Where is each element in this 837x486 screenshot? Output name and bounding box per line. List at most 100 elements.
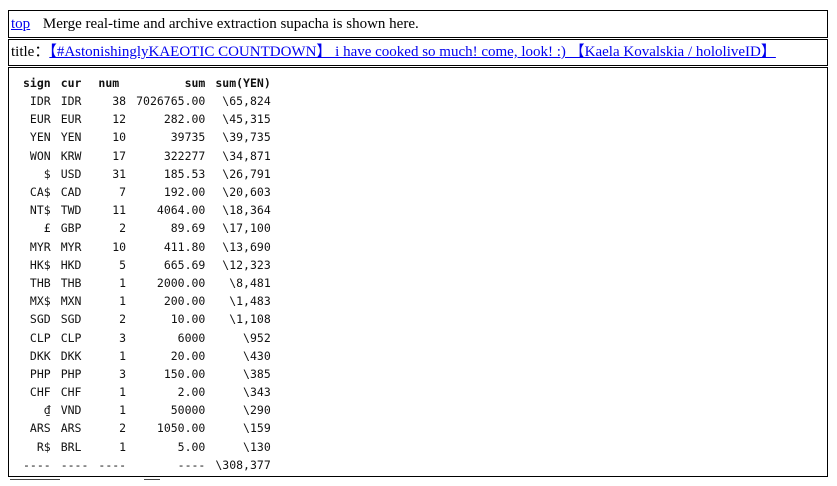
cell-cur: MXN [60,294,82,309]
cell-num: 1 [119,439,127,454]
cell-sum: 411.80 [163,239,206,254]
cell-sign: $ [43,166,51,181]
superchat-summary-table: sign cur num sum sum(YEN) IDR IDR 38 702676… [18,74,276,474]
table-row: £ GBP 2 89.69 \17,100 [18,219,276,237]
cell-sum: 39735 [170,130,206,145]
cell-sum: 150.00 [163,366,206,381]
cell-cur: IDR [60,94,82,109]
cell-sum-yen: \290 [243,403,271,418]
cell-sum-yen: \65,824 [222,94,271,109]
total-yen: \308,377 [215,457,271,472]
cell-sum-yen: \430 [243,348,271,363]
cell-sign: CA$ [29,185,51,200]
cell-sum-yen: \12,323 [222,257,271,272]
cell-sum: 1050.00 [156,421,206,436]
cell-num: 3 [119,330,127,345]
cell-sum: 5.00 [177,439,206,454]
cell-num: 11 [112,203,127,218]
cell-num: 2 [119,421,127,436]
cell-sum: 282.00 [163,112,206,127]
cell-sum: 4064.00 [156,203,206,218]
title-bar: title：【#AstonishinglyKAEOTIC COUNTDOWN】 … [8,39,828,66]
cell-cur: VND [60,403,82,418]
header-num: num [98,76,120,90]
header-cur: cur [60,76,82,90]
cell-sum-yen: \34,871 [222,148,271,163]
cell-num: 1 [119,385,127,400]
superchat-summary-panel: sign cur num sum sum(YEN) IDR IDR 38 702676… [8,67,828,477]
cell-sign: HK$ [29,257,51,272]
cell-sum: 6000 [177,330,206,345]
cell-sum: 50000 [170,403,206,418]
table-row: $ USD 31 185.53 \26,791 [18,165,276,183]
cell-sum-yen: \13,690 [222,239,271,254]
table-total-row: ---- ---- ---- ---- \308,377 [18,456,276,474]
cell-num: 3 [119,366,127,381]
cell-cur: ARS [60,421,82,436]
table-row: ₫ VND 1 50000 \290 [18,401,276,419]
cell-sum-yen: \385 [243,366,271,381]
header-sum-yen: sum(YEN) [215,76,271,90]
cell-cur: PHP [60,366,82,381]
table-row: WON KRW 17 322277 \34,871 [18,147,276,165]
cell-cur: CLP [60,330,82,345]
footer-cur: ---- [60,457,89,472]
cell-sum-yen: \18,364 [222,203,271,218]
cell-sign: IDR [29,94,51,109]
table-row: CLP CLP 3 6000 \952 [18,328,276,346]
cell-sum: 665.69 [163,257,206,272]
cell-sign: NT$ [29,203,51,218]
table-header-row: sign cur num sum sum(YEN) [18,74,276,92]
table-row: YEN YEN 10 39735 \39,735 [18,128,276,146]
cell-num: 1 [119,403,127,418]
cell-sum: 10.00 [170,312,206,327]
cell-sum: 185.53 [163,166,206,181]
cell-cur: YEN [60,130,82,145]
cell-num: 5 [119,257,127,272]
cell-sum-yen: \26,791 [222,166,271,181]
cell-sum: 2.00 [177,385,206,400]
cell-num: 7 [119,185,127,200]
cell-sign: R$ [36,439,51,454]
cell-sum-yen: \1,483 [229,294,271,309]
top-link[interactable]: top [11,16,30,32]
table-row: CA$ CAD 7 192.00 \20,603 [18,183,276,201]
cell-cur: SGD [60,312,82,327]
cell-sum-yen: \159 [243,421,271,436]
header-sum: sum [184,76,206,90]
cell-cur: MYR [60,239,82,254]
header-sign: sign [23,76,51,90]
cell-cur: THB [60,275,82,290]
video-title-link[interactable]: 【#AstonishinglyKAEOTIC COUNTDOWN】 i have… [49,44,776,60]
cell-sum-yen: \8,481 [229,275,271,290]
table-row: MX$ MXN 1 200.00 \1,483 [18,292,276,310]
table-row: PHP PHP 3 150.00 \385 [18,365,276,383]
cell-sum: 20.00 [170,348,206,363]
table-row: R$ BRL 1 5.00 \130 [18,438,276,456]
cell-sign: ₫ [43,403,51,418]
cell-cur: GBP [60,221,82,236]
cell-sum: 192.00 [163,185,206,200]
cell-sum-yen: \1,108 [229,312,271,327]
table-row: SGD SGD 2 10.00 \1,108 [18,310,276,328]
cell-sum: 7026765.00 [136,94,206,109]
cell-cur: CAD [60,185,82,200]
table-row: MYR MYR 10 411.80 \13,690 [18,238,276,256]
cell-sign: £ [43,221,51,236]
table-row: HK$ HKD 5 665.69 \12,323 [18,256,276,274]
footer-num: ---- [98,457,127,472]
cell-sum-yen: \17,100 [222,221,271,236]
cell-num: 1 [119,348,127,363]
cell-cur: CHF [60,385,82,400]
cell-cur: TWD [60,203,82,218]
footer-sum: ---- [177,457,206,472]
cell-cur: USD [60,166,82,181]
table-row: THB THB 1 2000.00 \8,481 [18,274,276,292]
info-text: Merge real-time and archive extraction s… [42,16,419,32]
cell-sum-yen: \20,603 [222,185,271,200]
cell-num: 17 [112,148,127,163]
cell-sum-yen: \39,735 [222,130,271,145]
cell-cur: KRW [60,148,82,163]
table-row: NT$ TWD 11 4064.00 \18,364 [18,201,276,219]
cell-num: 12 [112,112,127,127]
